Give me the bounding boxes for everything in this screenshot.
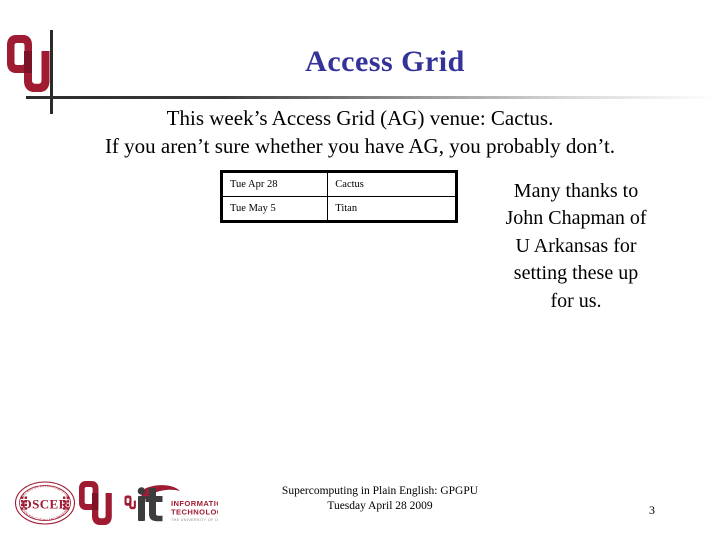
it-logo-line-2: TECHNOLOGY xyxy=(171,508,218,517)
subtitle-line-2: If you aren’t sure whether you have AG, … xyxy=(104,133,616,158)
subtitle-line-1: This week’s Access Grid (AG) venue: Cact… xyxy=(166,106,554,130)
table-cell-date: Tue May 5 xyxy=(220,196,329,222)
footer-text: Supercomputing in Plain English: GPGPU T… xyxy=(210,484,550,513)
acknowledgement-line-5: for us. xyxy=(550,289,602,312)
table-row: Tue Apr 28 Cactus xyxy=(220,171,457,197)
presentation-slide: Access Grid This week’s Access Grid (AG)… xyxy=(0,0,720,540)
footer-line-2: Tuesday April 28 2009 xyxy=(327,499,433,512)
ou-logo xyxy=(78,479,116,532)
svg-text:OSCER: OSCER xyxy=(22,497,69,512)
acknowledgement-text: Many thanks to John Chapman of U Arkansa… xyxy=(470,178,682,315)
access-grid-schedule-table: Tue Apr 28 Cactus Tue May 5 Titan xyxy=(220,170,458,223)
acknowledgement-line-2: John Chapman of xyxy=(505,207,647,230)
header-horizontal-rule xyxy=(26,96,720,99)
ou-logo xyxy=(6,33,50,95)
table-cell-date: Tue Apr 28 xyxy=(220,171,329,197)
page-number: 3 xyxy=(649,503,655,517)
acknowledgement-line-3: U Arkansas for xyxy=(515,234,637,257)
table-cell-venue: Titan xyxy=(327,196,457,222)
table-row: Tue May 5 Titan xyxy=(220,196,457,222)
subtitle-text: This week’s Access Grid (AG) venue: Cact… xyxy=(18,105,702,160)
acknowledgement-line-4: setting these up xyxy=(513,262,639,285)
it-logo-line-3: THE UNIVERSITY OF OKLAHOMA xyxy=(171,518,218,522)
table-cell-venue: Cactus xyxy=(327,171,457,197)
footer-line-1: Supercomputing in Plain English: GPGPU xyxy=(281,485,479,497)
page-title: Access Grid xyxy=(305,45,465,78)
ou-information-technology-logo: INFORMATION TECHNOLOGY THE UNIVERSITY OF… xyxy=(124,482,238,531)
acknowledgement-line-1: Many thanks to xyxy=(513,180,639,202)
footer-logo-group: OSCER OKLAHOMA SUPERCOMPUTING CENTER FOR… xyxy=(13,477,238,532)
header-vertical-rule xyxy=(50,30,53,114)
oscer-seal-logo: OSCER OKLAHOMA SUPERCOMPUTING CENTER FOR… xyxy=(13,477,76,531)
